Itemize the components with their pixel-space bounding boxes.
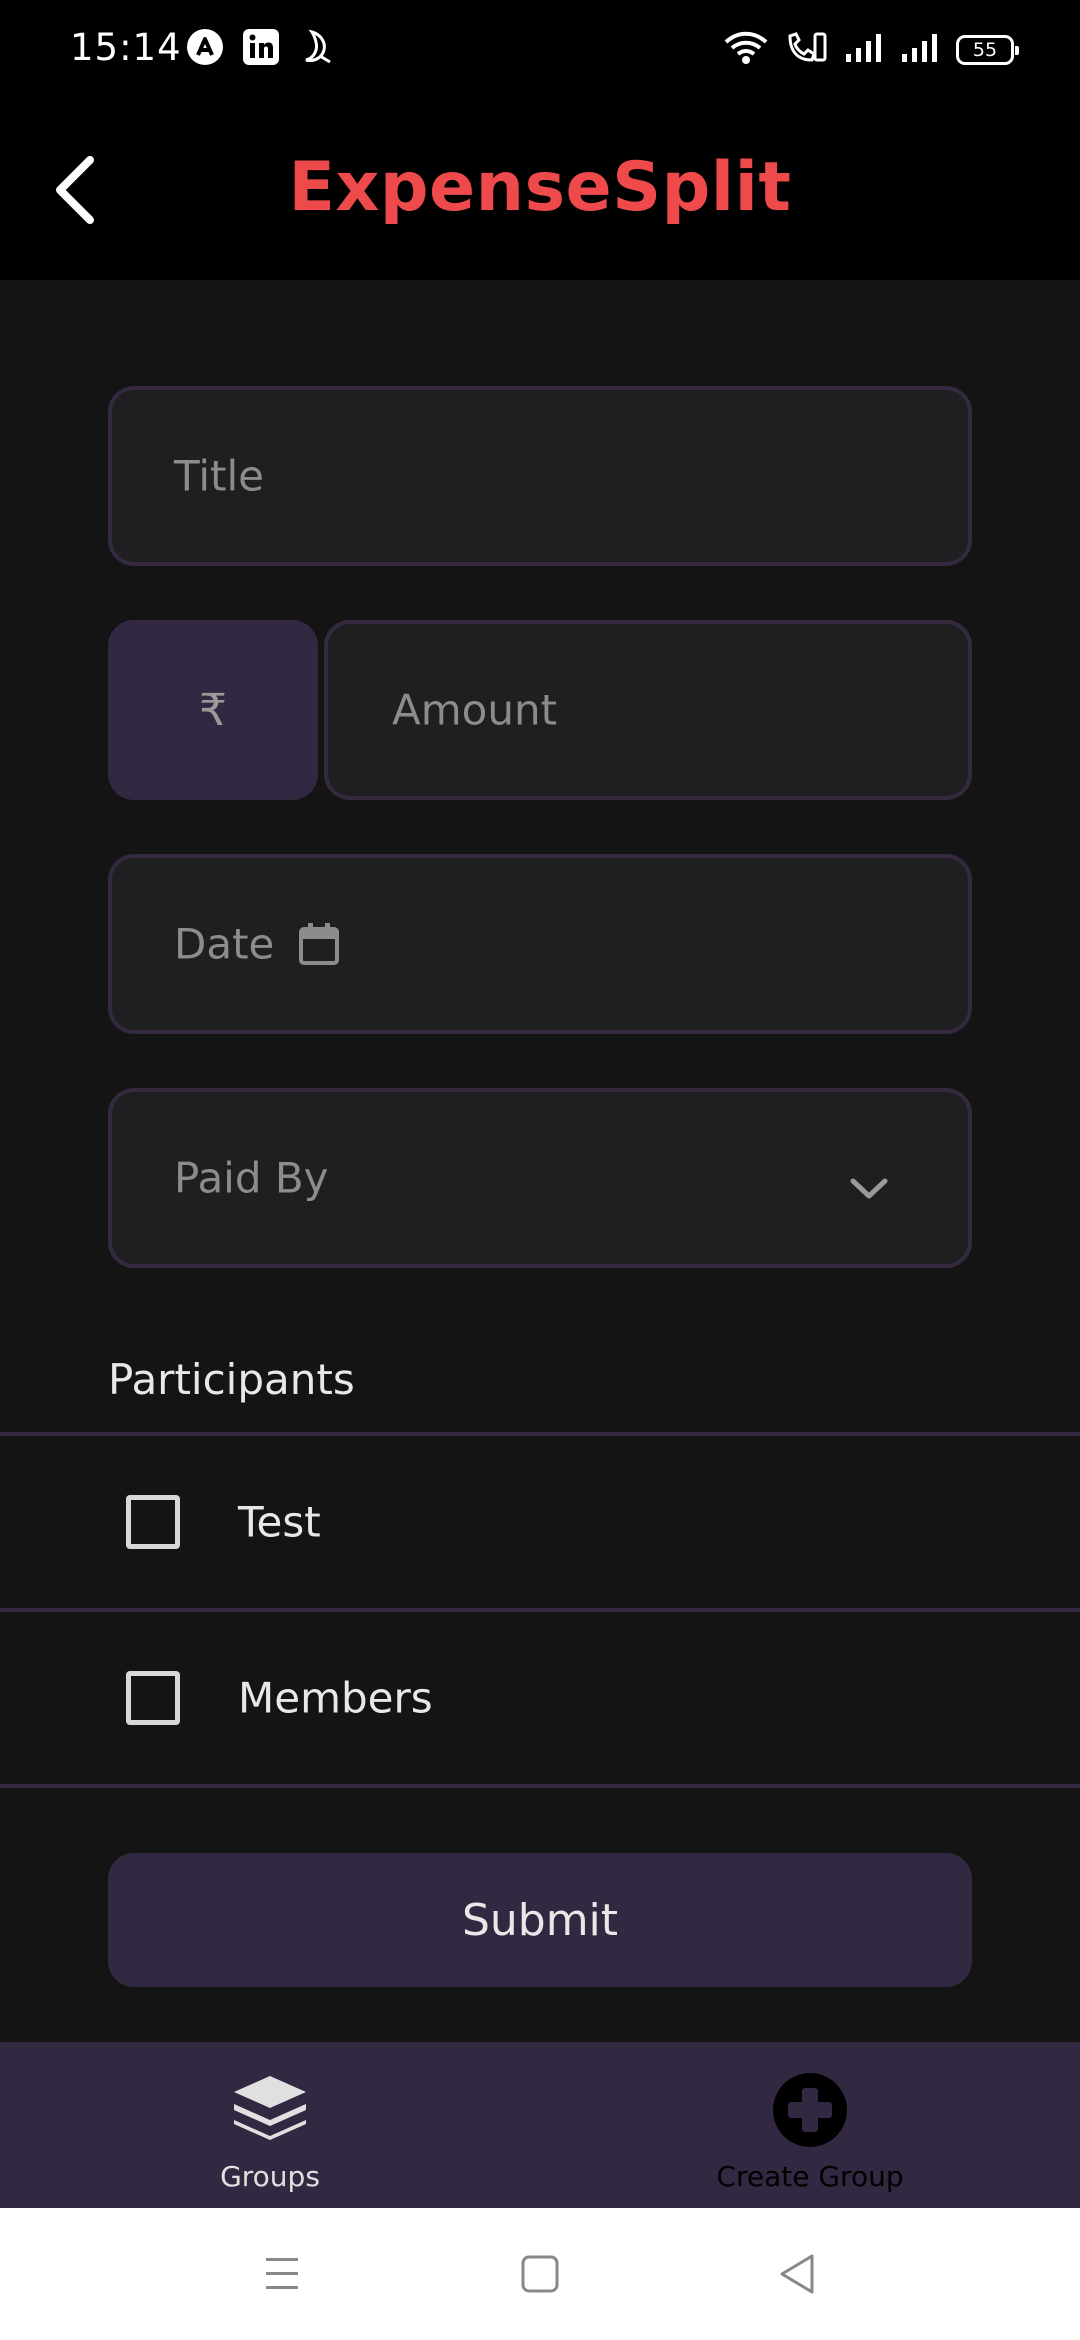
participant-row-members[interactable]: Members	[0, 1612, 1080, 1784]
nav-groups[interactable]: Groups	[0, 2042, 540, 2208]
home-icon[interactable]	[510, 2246, 570, 2302]
wifi-icon	[724, 30, 768, 70]
submit-label: Submit	[461, 1894, 619, 1946]
app-bar: ExpenseSplit	[0, 96, 1080, 280]
amount-placeholder: Amount	[392, 685, 558, 735]
participant-name: Members	[238, 1673, 433, 1723]
participant-row-test[interactable]: Test	[0, 1436, 1080, 1608]
bottom-nav: Groups Create Group	[0, 2042, 1080, 2208]
currency-selector[interactable]: ₹	[108, 620, 318, 800]
system-nav-bar	[0, 2208, 1080, 2340]
linkedin-icon	[242, 28, 280, 66]
currency-symbol: ₹	[199, 684, 227, 736]
title-placeholder: Title	[174, 451, 265, 501]
date-placeholder: Date	[174, 919, 275, 969]
app-title: ExpenseSplit	[288, 148, 792, 227]
checkbox-test[interactable]	[126, 1495, 180, 1549]
date-input[interactable]: Date	[108, 854, 972, 1034]
moon-icon	[298, 28, 336, 66]
signal-icon	[844, 32, 884, 68]
status-bar: 15:14 55	[0, 0, 1080, 96]
paid-by-select[interactable]: Paid By	[108, 1088, 972, 1268]
paid-by-placeholder: Paid By	[174, 1153, 329, 1203]
back-nav-icon[interactable]	[768, 2246, 828, 2302]
plus-circle-icon	[772, 2072, 848, 2148]
menu-icon[interactable]	[252, 2246, 312, 2302]
app-notification-icon	[186, 28, 224, 66]
divider	[0, 1784, 1080, 1788]
participants-heading: Participants	[108, 1355, 355, 1404]
chevron-down-icon	[848, 1164, 890, 1199]
layers-icon	[230, 2072, 310, 2142]
checkbox-members[interactable]	[126, 1671, 180, 1725]
title-input[interactable]: Title	[108, 386, 972, 566]
battery-indicator: 55	[956, 35, 1019, 65]
signal-icon	[900, 32, 940, 68]
participant-name: Test	[238, 1497, 321, 1547]
nav-label: Create Group	[716, 2160, 904, 2193]
wifi-calling-icon	[784, 30, 828, 70]
submit-button[interactable]: Submit	[108, 1853, 972, 1987]
nav-label: Groups	[220, 2160, 320, 2193]
status-time: 15:14	[70, 26, 182, 69]
calendar-icon[interactable]	[298, 922, 340, 966]
amount-input[interactable]: Amount	[324, 620, 972, 800]
nav-create-group[interactable]: Create Group	[540, 2042, 1080, 2208]
